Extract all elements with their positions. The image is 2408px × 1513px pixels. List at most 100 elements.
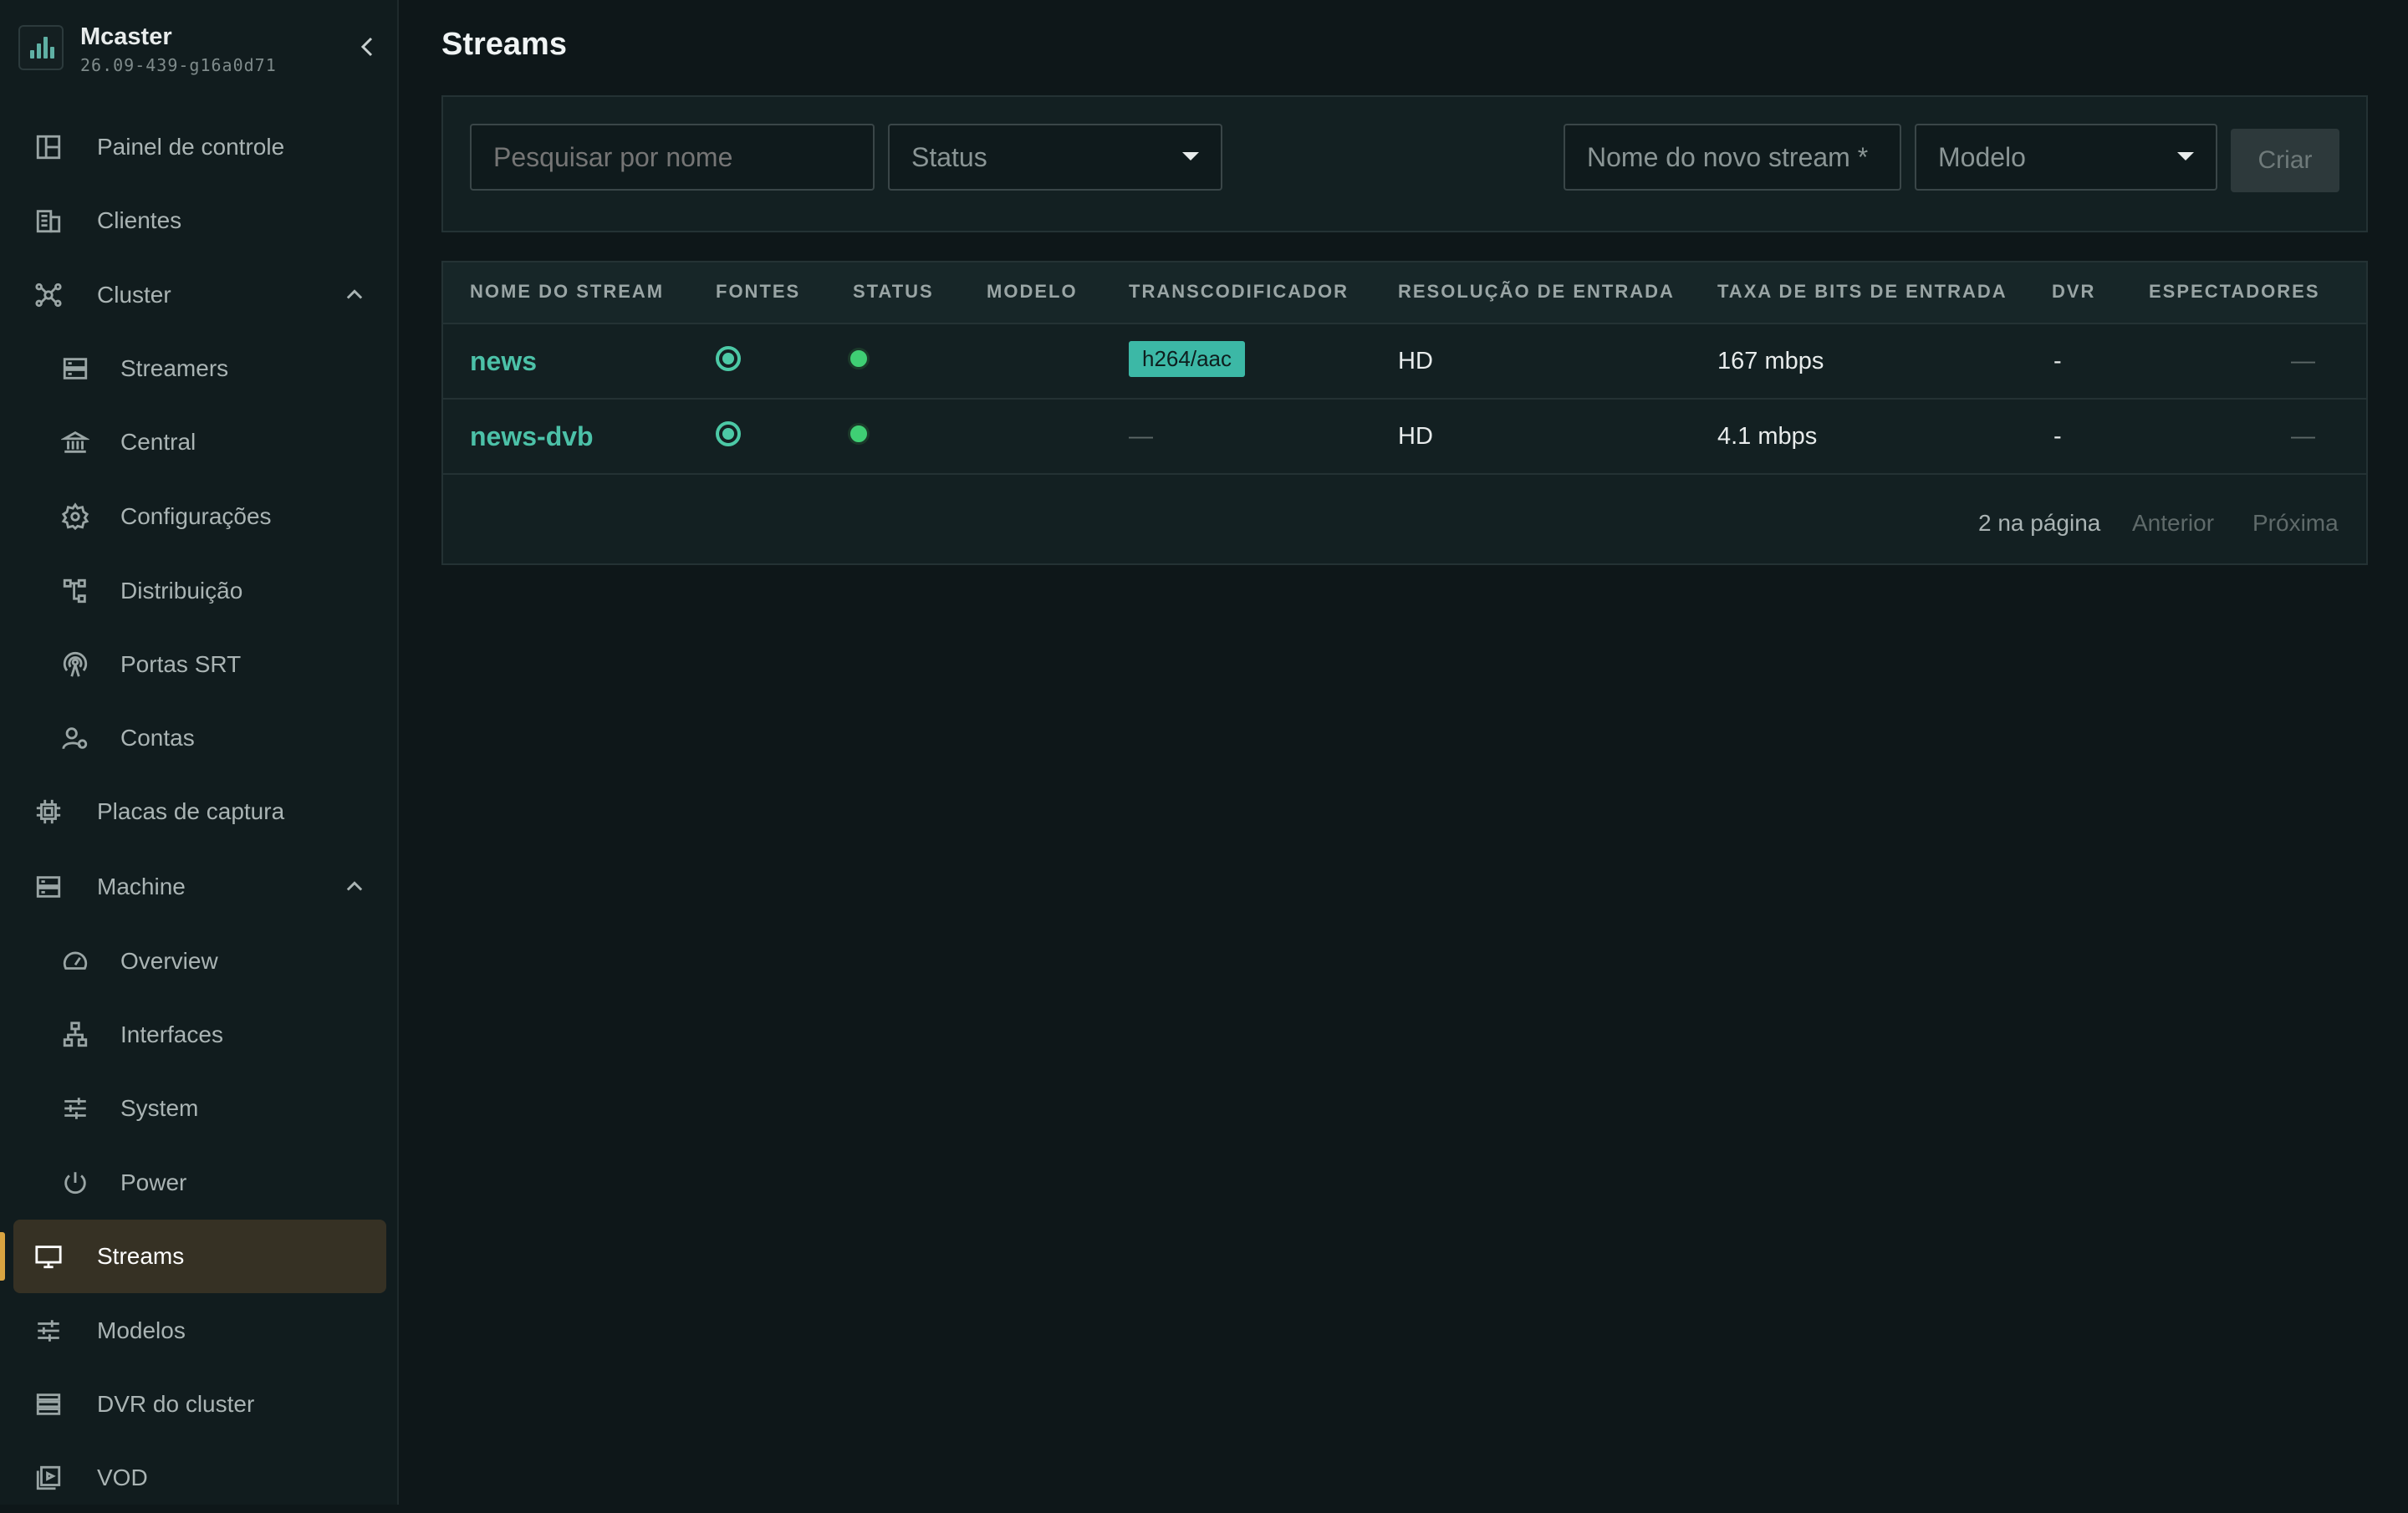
sources-status-icon[interactable] [716,346,741,371]
collapse-sidebar-button[interactable] [351,30,385,64]
sidebar-item-clientes[interactable]: Clientes [33,186,385,256]
transcoder-badge: h264/aac [1129,341,1245,377]
sidebar-item-machine[interactable]: Machine [33,852,385,922]
sliders-icon [60,1093,90,1123]
power-icon [60,1168,90,1198]
sidebar-item-label: Streams [97,1243,185,1269]
chevron-up-icon[interactable] [343,283,366,307]
create-button[interactable]: Criar [2231,129,2339,192]
storage-icon [33,1389,64,1419]
sidebar-item-system[interactable]: System [60,1073,385,1144]
sidebar-item-overview[interactable]: Overview [60,926,385,996]
stream-status-indicator [848,348,870,369]
gauge-icon [60,946,90,976]
sidebar-item-vod[interactable]: VOD [33,1443,385,1513]
sidebar-item-cluster[interactable]: Cluster [33,260,385,330]
dvr-value: - [2053,423,2062,450]
column-header[interactable]: TRANSCODIFICADOR [1129,281,1349,303]
chevron-up-icon[interactable] [343,875,366,899]
sidebar-item-label: Contas [120,725,195,751]
toolbar: Status Nome do novo stream * Modelo Cria… [441,95,2368,232]
app-version: 26.09-439-g16a0d71 [80,55,277,75]
next-page-button[interactable]: Próxima [2252,510,2339,537]
input-bitrate: 4.1 mbps [1717,423,1818,450]
sidebar-item-streamers[interactable]: Streamers [60,334,385,404]
machine-icon [33,872,64,902]
sidebar-item-distribuicao[interactable]: Distribuição [60,556,385,626]
sidebar-item-label: Placas de captura [97,798,285,824]
table-row[interactable]: news-dvb — HD 4.1 mbps - — [443,400,2366,475]
sidebar-item-placas[interactable]: Placas de captura [33,777,385,847]
sidebar-item-dvr[interactable]: DVR do cluster [33,1369,385,1439]
viewers-value: — [2291,423,2315,450]
building-icon [33,206,64,236]
sidebar-item-label: Configurações [120,503,272,529]
search-input[interactable] [470,124,875,191]
sidebar-item-power[interactable]: Power [60,1148,385,1218]
sidebar-item-interfaces[interactable]: Interfaces [60,1000,385,1070]
sidebar-item-label: DVR do cluster [97,1391,255,1417]
sidebar-item-label: Modelos [97,1317,186,1343]
sidebar-item-modelos[interactable]: Modelos [33,1296,385,1366]
chip-icon [33,797,64,827]
sidebar-item-label: System [120,1095,199,1121]
new-stream-name-field[interactable]: Nome do novo stream * [1564,124,1901,191]
column-header[interactable]: MODELO [987,281,1078,303]
server-icon [60,354,90,384]
sidebar-item-label: Machine [97,874,186,899]
column-header[interactable]: RESOLUÇÃO DE ENTRADA [1398,281,1675,303]
sidebar-item-label: Distribuição [120,578,243,604]
app-name: Mcaster [80,23,172,50]
sidebar-item-streams[interactable]: Streams [33,1221,385,1291]
column-header[interactable]: TAXA DE BITS DE ENTRADA [1717,281,2008,303]
chevron-left-icon [360,37,373,57]
column-header[interactable]: STATUS [853,281,934,303]
sidebar-item-label: VOD [97,1465,148,1490]
network-icon [60,1020,90,1050]
column-header[interactable]: ESPECTADORES [2149,281,2320,303]
dashboard-icon [33,132,64,162]
sliders-icon [33,1316,64,1346]
input-resolution: HD [1398,348,1433,374]
stream-status-indicator [848,423,870,445]
stream-name-link[interactable]: news [470,346,537,377]
template-select[interactable]: Modelo [1915,124,2217,191]
status-filter-select[interactable]: Status [888,124,1222,191]
input-bitrate: 167 mbps [1717,348,1824,374]
stream-name-link[interactable]: news-dvb [470,421,594,452]
sources-status-icon[interactable] [716,421,741,446]
viewers-value: — [2291,348,2315,374]
sidebar-item-label: Painel de controle [97,134,285,160]
sidebar-item-label: Central [120,429,196,455]
column-header[interactable]: DVR [2052,281,2095,303]
previous-page-button[interactable]: Anterior [2132,510,2214,537]
sidebar-item-label: Cluster [97,282,171,308]
template-select-value: Modelo [1938,141,2026,172]
sidebar-item-configuracoes[interactable]: Configurações [60,481,385,552]
brand: Mcaster 26.09-439-g16a0d71 [18,23,386,75]
caret-down-icon [2177,152,2194,160]
page-title: Streams [441,27,567,62]
sidebar-item-label: Interfaces [120,1021,223,1047]
sidebar-item-label: Streamers [120,355,229,381]
user-gear-icon [60,723,90,753]
status-filter-value: Status [911,141,987,172]
tree-icon [60,576,90,606]
cluster-icon [33,280,64,310]
sidebar-item-portas-srt[interactable]: Portas SRT [60,629,385,700]
column-header[interactable]: NOME DO STREAM [470,281,664,303]
sidebar: Mcaster 26.09-439-g16a0d71 Painel de con… [0,0,399,1505]
sidebar-item-painel[interactable]: Painel de controle [33,112,385,182]
sidebar-item-label: Power [120,1169,187,1195]
dvr-value: - [2053,348,2062,374]
antenna-icon [60,650,90,680]
monitor-icon [33,1241,64,1271]
sidebar-item-central[interactable]: Central [60,407,385,477]
bank-icon [60,427,90,457]
sidebar-item-contas[interactable]: Contas [60,703,385,773]
table-row[interactable]: news h264/aac HD 167 mbps - — [443,324,2366,400]
sidebar-item-label: Portas SRT [120,651,242,677]
column-header[interactable]: FONTES [716,281,800,303]
streams-table: NOME DO STREAM FONTES STATUS MODELO TRAN… [441,261,2368,565]
gear-icon [60,502,90,532]
